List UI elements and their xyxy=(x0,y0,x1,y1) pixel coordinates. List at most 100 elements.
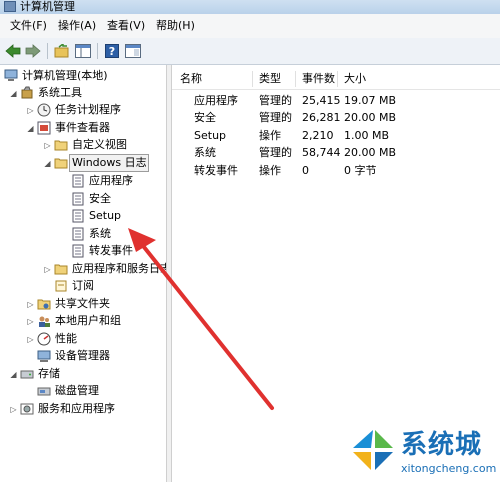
expanded-arrow-icon[interactable]: ◢ xyxy=(26,120,35,136)
cell-size: 19.07 MB xyxy=(344,94,397,107)
collapsed-arrow-icon[interactable]: ▷ xyxy=(43,137,52,153)
tree-label: 系统 xyxy=(89,227,111,240)
cell-event-count: 58,744 xyxy=(302,146,341,159)
cell-event-count: 0 xyxy=(302,164,309,177)
tree-node-shared-folders[interactable]: ▷ 共享文件夹 xyxy=(26,296,110,312)
tree-node-system-log[interactable]: 系统 xyxy=(71,226,111,242)
tree-label: 共享文件夹 xyxy=(55,297,110,310)
tree-node-disk-management[interactable]: 磁盘管理 xyxy=(37,383,99,399)
column-divider[interactable] xyxy=(295,71,296,87)
collapsed-arrow-icon[interactable]: ▷ xyxy=(26,102,35,118)
forward-button[interactable] xyxy=(24,42,42,60)
folder-icon xyxy=(54,138,68,152)
cell-name: 安全 xyxy=(194,111,216,124)
cell-name: 转发事件 xyxy=(194,164,238,177)
tree-node-applications-services-logs[interactable]: ▷ 应用程序和服务日志 xyxy=(43,261,171,277)
collapsed-arrow-icon[interactable]: ▷ xyxy=(26,313,35,329)
tree-node-forwarded-events[interactable]: 转发事件 xyxy=(71,243,133,259)
cell-type: 管理的 xyxy=(259,94,292,107)
log-icon xyxy=(71,227,85,241)
tools-icon xyxy=(20,86,34,100)
watermark-url: xitongcheng.com xyxy=(401,462,497,475)
tree-label: 应用程序 xyxy=(89,174,133,187)
tree-label: 事件查看器 xyxy=(55,121,110,134)
tree-node-system-tools[interactable]: ◢ 系统工具 xyxy=(9,85,82,101)
tree-node-performance[interactable]: ▷ 性能 xyxy=(26,331,77,347)
tree-node-task-scheduler[interactable]: ▷ 任务计划程序 xyxy=(26,102,121,118)
log-icon xyxy=(71,209,85,223)
subscription-icon xyxy=(54,279,68,293)
column-header-event-count[interactable]: 事件数 xyxy=(302,69,335,89)
tree-node-services-applications[interactable]: ▷ 服务和应用程序 xyxy=(9,401,115,417)
menu-action[interactable]: 操作(A) xyxy=(58,18,96,34)
tree-node-computer-management-local[interactable]: 计算机管理(本地) xyxy=(4,68,108,84)
computer-management-icon xyxy=(4,1,16,12)
cell-name: 系统 xyxy=(194,146,216,159)
tree-label: 存储 xyxy=(38,367,60,380)
tree-node-setup-log[interactable]: Setup xyxy=(71,208,121,224)
up-folder-icon xyxy=(54,44,69,58)
expanded-arrow-icon[interactable]: ◢ xyxy=(43,155,52,171)
services-icon xyxy=(20,402,34,416)
tree-node-application-log[interactable]: 应用程序 xyxy=(71,173,133,189)
column-header-name[interactable]: 名称 xyxy=(180,69,202,89)
show-hide-tree-icon xyxy=(75,44,91,58)
tree-label: 磁盘管理 xyxy=(55,384,99,397)
computer-icon xyxy=(4,69,18,83)
shared-folder-icon xyxy=(37,297,51,311)
menu-view[interactable]: 查看(V) xyxy=(107,18,145,34)
menu-bar: 文件(F) 操作(A) 查看(V) 帮助(H) xyxy=(0,14,500,39)
cell-type: 管理的 xyxy=(259,146,292,159)
expanded-arrow-icon[interactable]: ◢ xyxy=(9,366,18,382)
tree-node-event-viewer[interactable]: ◢ 事件查看器 xyxy=(26,120,110,136)
performance-icon xyxy=(37,332,51,346)
console-tree: 计算机管理(本地) ◢ 系统工具 ▷ 任务计划程序 ◢ 事件查看器 ▷ 自定义视… xyxy=(0,65,171,482)
collapsed-arrow-icon[interactable]: ▷ xyxy=(26,296,35,312)
event-viewer-icon xyxy=(37,121,51,135)
title-bar: 计算机管理 xyxy=(0,0,500,14)
collapsed-arrow-icon[interactable]: ▷ xyxy=(43,261,52,277)
tree-label: Setup xyxy=(89,209,122,222)
collapsed-arrow-icon[interactable]: ▷ xyxy=(26,331,35,347)
expanded-arrow-icon[interactable]: ◢ xyxy=(9,85,18,101)
cell-size: 20.00 MB xyxy=(344,146,397,159)
properties-button[interactable] xyxy=(124,42,142,60)
xitongcheng-logo-icon xyxy=(349,426,397,474)
tree-node-security-log[interactable]: 安全 xyxy=(71,191,111,207)
help-button[interactable]: ? xyxy=(103,42,121,60)
up-button[interactable] xyxy=(53,42,71,60)
cell-event-count: 25,415 xyxy=(302,94,341,107)
back-button[interactable] xyxy=(4,42,22,60)
column-divider[interactable] xyxy=(252,71,253,87)
tree-node-device-manager[interactable]: 设备管理器 xyxy=(37,348,110,364)
tree-node-windows-logs[interactable]: ◢ Windows 日志 xyxy=(43,155,146,171)
menu-help[interactable]: 帮助(H) xyxy=(156,18,195,34)
cell-size: 20.00 MB xyxy=(344,111,397,124)
tree-label: 订阅 xyxy=(72,279,94,292)
menu-file[interactable]: 文件(F) xyxy=(10,18,47,34)
cell-event-count: 2,210 xyxy=(302,129,334,142)
cell-name: Setup xyxy=(194,129,227,142)
tree-label: 应用程序和服务日志 xyxy=(72,262,171,275)
tree-label: 任务计划程序 xyxy=(55,103,121,116)
tree-label: 安全 xyxy=(89,192,111,205)
tree-label: 转发事件 xyxy=(89,244,133,257)
device-manager-icon xyxy=(37,349,51,363)
cell-size: 1.00 MB xyxy=(344,129,390,142)
tree-label: 计算机管理(本地) xyxy=(22,69,108,82)
tree-node-subscriptions[interactable]: 订阅 xyxy=(54,278,94,294)
cell-type: 管理的 xyxy=(259,111,292,124)
collapsed-arrow-icon[interactable]: ▷ xyxy=(9,401,18,417)
tree-node-custom-views[interactable]: ▷ 自定义视图 xyxy=(43,137,127,153)
tree-label: 自定义视图 xyxy=(72,138,127,151)
column-divider[interactable] xyxy=(337,71,338,87)
tree-node-storage[interactable]: ◢ 存储 xyxy=(9,366,60,382)
tree-label: 性能 xyxy=(55,332,77,345)
tree-node-local-users-groups[interactable]: ▷ 本地用户和组 xyxy=(26,313,121,329)
column-header-size[interactable]: 大小 xyxy=(344,69,366,89)
column-header-type[interactable]: 类型 xyxy=(259,69,281,89)
svg-text:?: ? xyxy=(109,45,115,58)
tree-label: 设备管理器 xyxy=(55,349,110,362)
show-hide-tree-button[interactable] xyxy=(74,42,92,60)
clock-icon xyxy=(37,103,51,117)
